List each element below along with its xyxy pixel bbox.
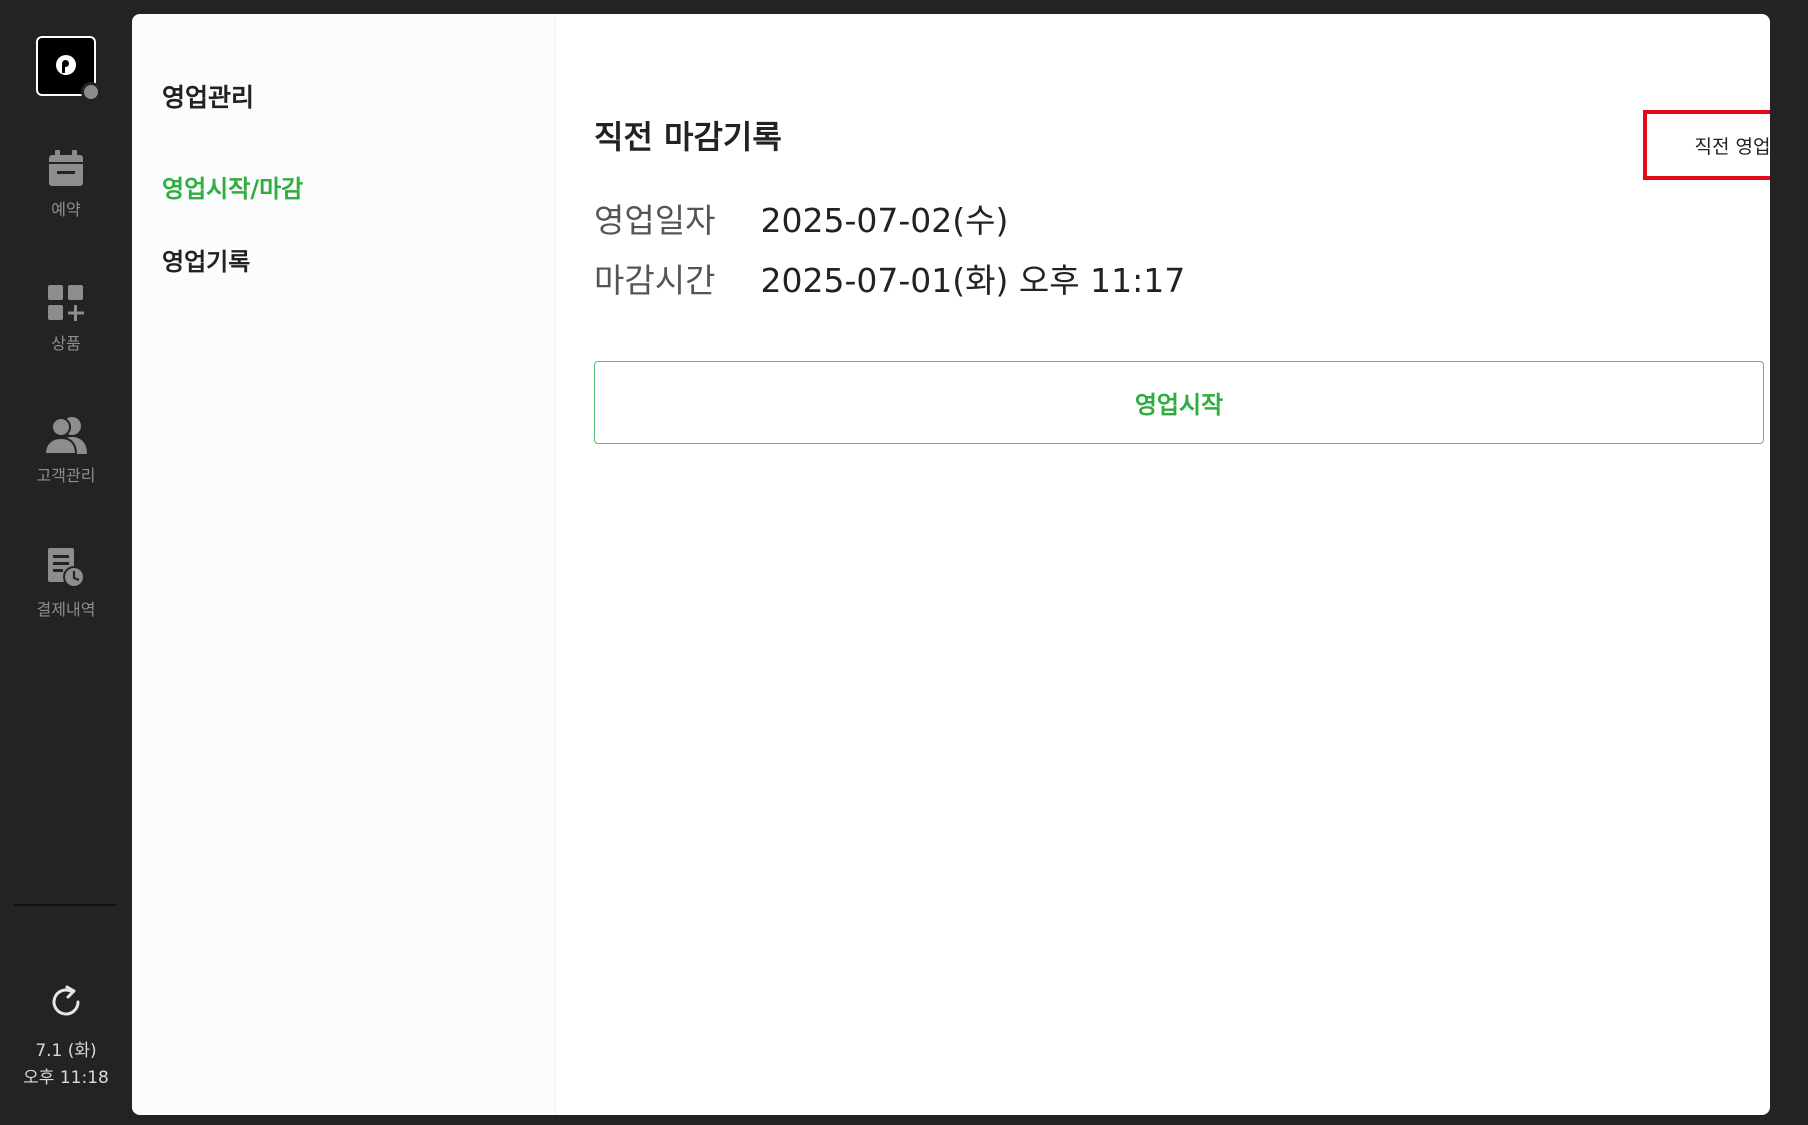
sidebar-item-payments[interactable]: 결제내역 [0,548,132,620]
main-panel: 영업관리 영업시작/마감 영업기록 직전 마감기록 직전 영업마감 취소 영업일… [132,14,1770,1115]
sidebar-item-customers[interactable]: 고객관리 [0,416,132,486]
status-indicator [81,82,101,102]
subnav-item-business-open-close[interactable]: 영업시작/마감 [162,169,303,204]
payment-history-icon [48,548,85,588]
subnav-item-business-records[interactable]: 영업기록 [162,242,250,277]
clock-time: 오후 11:18 [23,1068,109,1088]
sidebar-item-label: 결제내역 [36,600,96,619]
customers-icon [44,417,87,454]
refresh-icon[interactable] [48,984,84,1020]
secondary-nav-title: 영업관리 [162,83,255,112]
business-date-value: 2025-07-02(수) [760,201,1009,240]
sidebar-divider [14,904,116,906]
start-business-button[interactable]: 영업시작 [594,361,1764,444]
cancel-last-closing-button[interactable]: 직전 영업마감 취소 [1643,110,1770,180]
closing-time-label: 마감시간 [594,261,716,300]
app-sidebar: 예약 상품 고객관리 결제내역 7.1 (화) 오후 11:18 [0,0,132,1125]
sidebar-clock: 7.1 (화) 오후 11:18 [0,1038,132,1092]
sidebar-item-label: 고객관리 [36,466,96,485]
page-title: 직전 마감기록 [594,118,782,156]
sidebar-item-label: 예약 [51,200,81,219]
business-date-label: 영업일자 [594,201,716,240]
logo-icon [56,55,76,75]
calendar-icon [49,150,83,186]
sidebar-item-reservation[interactable]: 예약 [0,150,132,220]
business-date-row: 영업일자 2025-07-02(수) [594,194,1008,242]
product-add-icon [48,285,84,321]
closing-time-value: 2025-07-01(화) 오후 11:17 [760,261,1186,300]
clock-date: 7.1 (화) [35,1041,97,1061]
content-area: 직전 마감기록 직전 영업마감 취소 영업일자 2025-07-02(수) 마감… [594,14,1770,1115]
secondary-nav: 영업관리 영업시작/마감 영업기록 [132,14,556,1115]
closing-time-row: 마감시간 2025-07-01(화) 오후 11:17 [594,254,1185,302]
sidebar-item-label: 상품 [51,334,81,353]
sidebar-item-product[interactable]: 상품 [0,284,132,354]
